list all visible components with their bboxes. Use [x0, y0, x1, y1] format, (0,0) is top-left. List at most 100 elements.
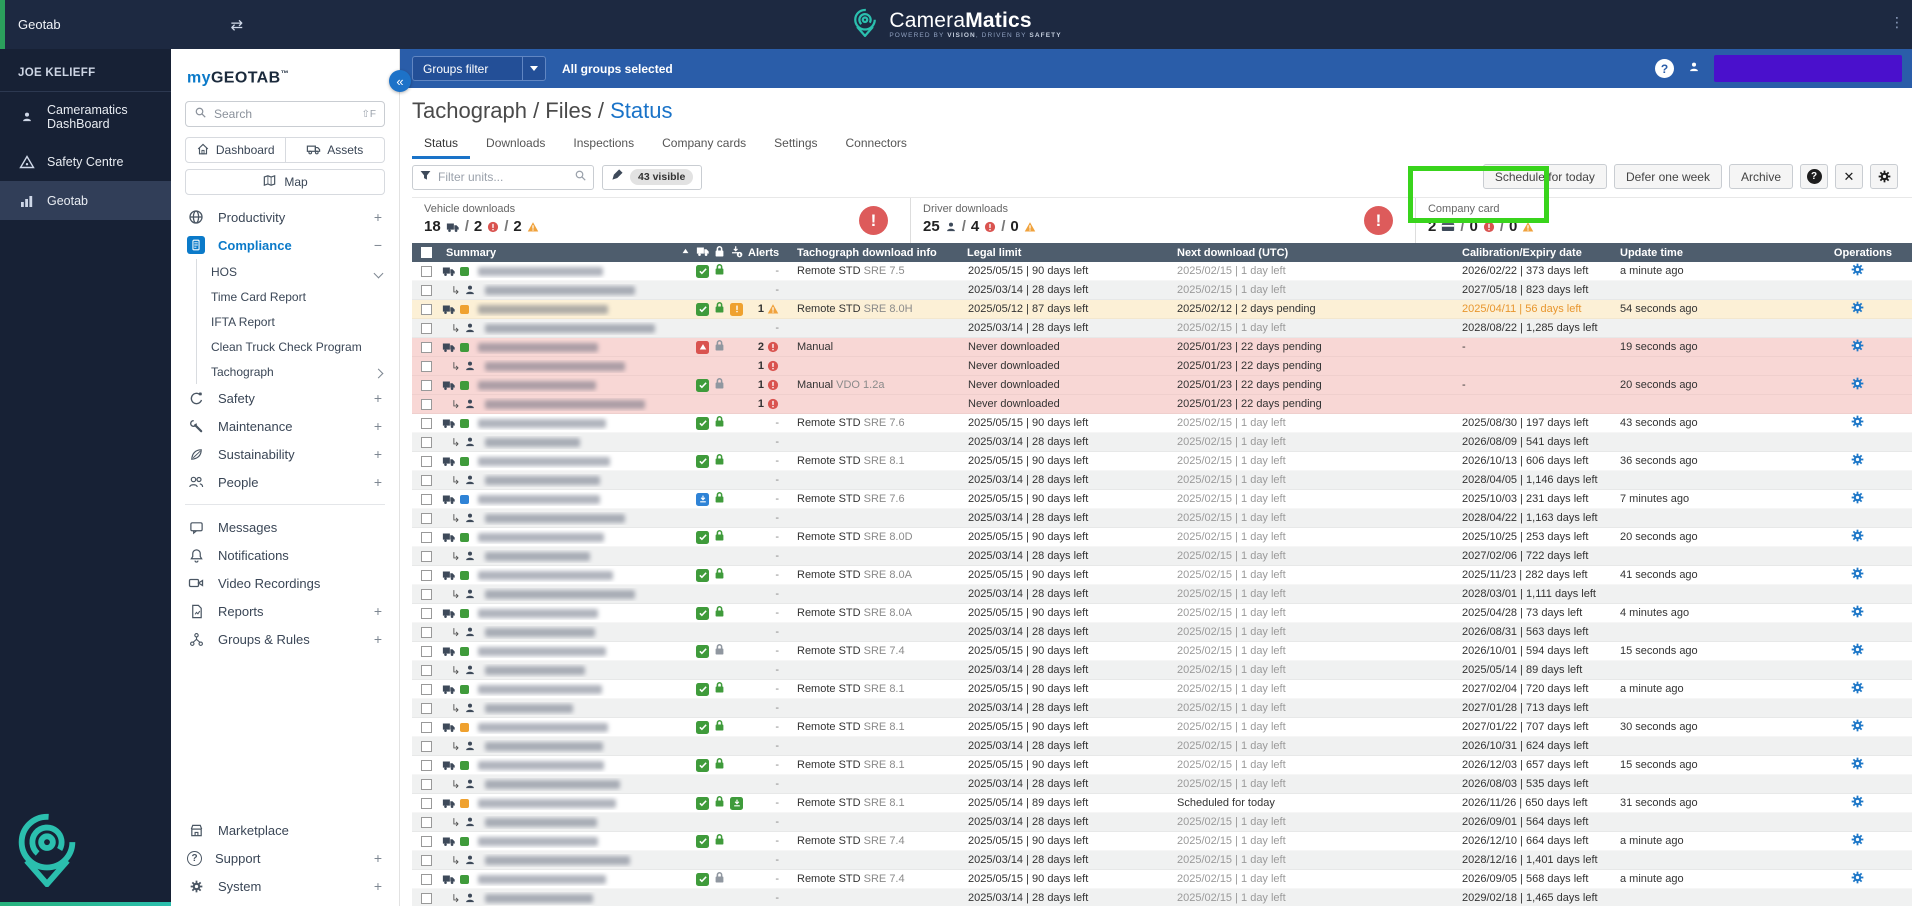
row-checkbox[interactable] [420, 683, 432, 695]
rail-item-cameramatics-dashboard[interactable]: Cameramatics DashBoard [0, 92, 171, 142]
vehicle-row[interactable]: - Remote STD SRE 7.6 2025/05/15 | 90 days … [412, 414, 1912, 433]
vehicle-row[interactable]: - Remote STD SRE 8.1 2025/05/15 | 90 days … [412, 718, 1912, 737]
rail-item-geotab[interactable]: Geotab [0, 181, 171, 220]
row-checkbox[interactable] [420, 892, 432, 904]
help-button[interactable]: ? [1800, 164, 1828, 189]
vehicle-row[interactable]: 1 Manual VDO 1.2a Never downloaded 2025/01/… [412, 376, 1912, 395]
driver-row[interactable]: ↳ - 2025/03/14 | 28 days left 2025/02/15 | … [412, 851, 1912, 870]
row-checkbox[interactable] [420, 360, 432, 372]
vehicle-row[interactable]: - Remote STD SRE 8.1 2025/05/15 | 90 days … [412, 756, 1912, 775]
row-settings-gear-icon[interactable] [1851, 871, 1864, 887]
sidebar-item-sustainability[interactable]: Sustainability + [171, 440, 399, 468]
groups-filter-caret[interactable] [522, 56, 546, 81]
vehicle-row[interactable]: 2 Manual Never downloaded 2025/01/23 | 22 … [412, 338, 1912, 357]
row-settings-gear-icon[interactable] [1851, 681, 1864, 697]
row-settings-gear-icon[interactable] [1851, 795, 1864, 811]
row-checkbox[interactable] [420, 284, 432, 296]
swap-panels-icon[interactable]: ⇄ [231, 16, 244, 34]
sidebar-item-video-recordings[interactable]: Video Recordings [171, 569, 399, 597]
row-settings-gear-icon[interactable] [1851, 263, 1864, 279]
row-checkbox[interactable] [420, 645, 432, 657]
sidebar-item-marketplace[interactable]: Marketplace [171, 816, 399, 844]
row-checkbox[interactable] [420, 664, 432, 676]
collapse-sidebar-button[interactable]: « [389, 70, 411, 92]
plus-icon[interactable]: + [371, 209, 385, 225]
sidebar-item-productivity[interactable]: Productivity + [171, 203, 399, 231]
row-checkbox[interactable] [420, 835, 432, 847]
sidebar-item-messages[interactable]: Messages [171, 513, 399, 541]
visible-filter-button[interactable]: 43 visible [602, 164, 703, 190]
row-settings-gear-icon[interactable] [1851, 643, 1864, 659]
sidebar-item-support[interactable]: ? Support + [171, 844, 399, 872]
schedule-for-today-button[interactable]: Schedule for today [1482, 164, 1607, 189]
vehicle-row[interactable]: - Remote STD SRE 7.4 2025/05/15 | 90 days … [412, 642, 1912, 661]
row-settings-gear-icon[interactable] [1851, 415, 1864, 431]
row-checkbox[interactable] [420, 322, 432, 334]
row-checkbox[interactable] [420, 417, 432, 429]
tab-inspections[interactable]: Inspections [561, 132, 646, 159]
search-input[interactable]: Search ⇧F [185, 101, 385, 128]
sidebar-subitem-tachograph[interactable]: Tachograph [197, 359, 399, 384]
row-checkbox[interactable] [420, 265, 432, 277]
plus-icon[interactable]: + [371, 446, 385, 462]
tab-connectors[interactable]: Connectors [834, 132, 919, 159]
vehicle-row[interactable]: - Remote STD SRE 8.0D 2025/05/15 | 90 days… [412, 528, 1912, 547]
sidebar-subitem-ifta-report[interactable]: IFTA Report [197, 309, 399, 334]
row-checkbox[interactable] [420, 607, 432, 619]
plus-icon[interactable]: + [371, 474, 385, 490]
row-checkbox[interactable] [420, 512, 432, 524]
row-checkbox[interactable] [420, 797, 432, 809]
sort-ascending-icon[interactable] [680, 246, 696, 260]
driver-row[interactable]: ↳ - 2025/03/14 | 28 days left 2025/02/15 | … [412, 281, 1912, 300]
row-settings-gear-icon[interactable] [1851, 301, 1864, 317]
dashboard-button[interactable]: Dashboard [185, 137, 286, 164]
driver-row[interactable]: ↳ - 2025/03/14 | 28 days left 2025/02/15 | … [412, 319, 1912, 338]
user-icon[interactable] [1688, 60, 1700, 78]
row-checkbox[interactable] [420, 398, 432, 410]
map-button[interactable]: Map [185, 169, 385, 196]
vehicle-row[interactable]: - Remote STD SRE 7.6 2025/05/15 | 90 days … [412, 490, 1912, 509]
more-menu-icon[interactable]: ⋮ [1890, 14, 1904, 31]
row-settings-gear-icon[interactable] [1851, 567, 1864, 583]
row-checkbox[interactable] [420, 436, 432, 448]
sidebar-item-system[interactable]: System + [171, 872, 399, 900]
chevron-right-icon[interactable] [371, 364, 385, 380]
row-checkbox[interactable] [420, 531, 432, 543]
sidebar-subitem-clean-truck-check-program[interactable]: Clean Truck Check Program [197, 334, 399, 359]
row-checkbox[interactable] [420, 588, 432, 600]
sidebar-item-notifications[interactable]: Notifications [171, 541, 399, 569]
row-checkbox[interactable] [420, 550, 432, 562]
vehicle-row[interactable]: - Remote STD SRE 7.4 2025/05/15 | 90 days … [412, 832, 1912, 851]
plus-icon[interactable]: + [371, 418, 385, 434]
row-settings-gear-icon[interactable] [1851, 491, 1864, 507]
sidebar-item-reports[interactable]: Reports + [171, 597, 399, 625]
driver-row[interactable]: ↳ - 2025/03/14 | 28 days left 2025/02/15 | … [412, 699, 1912, 718]
driver-row[interactable]: ↳ - 2025/03/14 | 28 days left 2025/02/15 | … [412, 661, 1912, 680]
driver-row[interactable]: ↳ - 2025/03/14 | 28 days left 2025/02/15 | … [412, 433, 1912, 452]
row-settings-gear-icon[interactable] [1851, 453, 1864, 469]
vehicle-row[interactable]: - Remote STD SRE 8.1 2025/05/15 | 90 days … [412, 452, 1912, 471]
row-checkbox[interactable] [420, 873, 432, 885]
driver-row[interactable]: ↳ - 2025/03/14 | 28 days left 2025/02/15 | … [412, 471, 1912, 490]
row-checkbox[interactable] [420, 721, 432, 733]
tab-downloads[interactable]: Downloads [474, 132, 557, 159]
select-all-checkbox[interactable] [420, 247, 432, 258]
sidebar-item-groups-rules[interactable]: Groups & Rules + [171, 625, 399, 653]
vehicle-row[interactable]: - Remote STD SRE 8.1 2025/05/14 | 89 days … [412, 794, 1912, 813]
row-checkbox[interactable] [420, 379, 432, 391]
defer-one-week-button[interactable]: Defer one week [1613, 164, 1722, 189]
plus-icon[interactable]: + [371, 850, 385, 866]
driver-row[interactable]: ↳ - 2025/03/14 | 28 days left 2025/02/15 | … [412, 813, 1912, 832]
filter-units-input[interactable]: Filter units... [412, 164, 594, 190]
sidebar-item-compliance[interactable]: Compliance − [171, 231, 399, 259]
assets-button[interactable]: Assets [285, 137, 385, 164]
chevron-down-icon[interactable] [371, 264, 385, 280]
rail-item-safety-centre[interactable]: Safety Centre [0, 142, 171, 181]
tab-company-cards[interactable]: Company cards [650, 132, 758, 159]
row-checkbox[interactable] [420, 854, 432, 866]
row-checkbox[interactable] [420, 341, 432, 353]
row-settings-gear-icon[interactable] [1851, 377, 1864, 393]
groups-filter-button[interactable]: Groups filter [412, 56, 522, 81]
driver-row[interactable]: ↳ 1 Never downloaded 2025/01/23 | 22 days p… [412, 395, 1912, 414]
tab-status[interactable]: Status [412, 132, 471, 159]
